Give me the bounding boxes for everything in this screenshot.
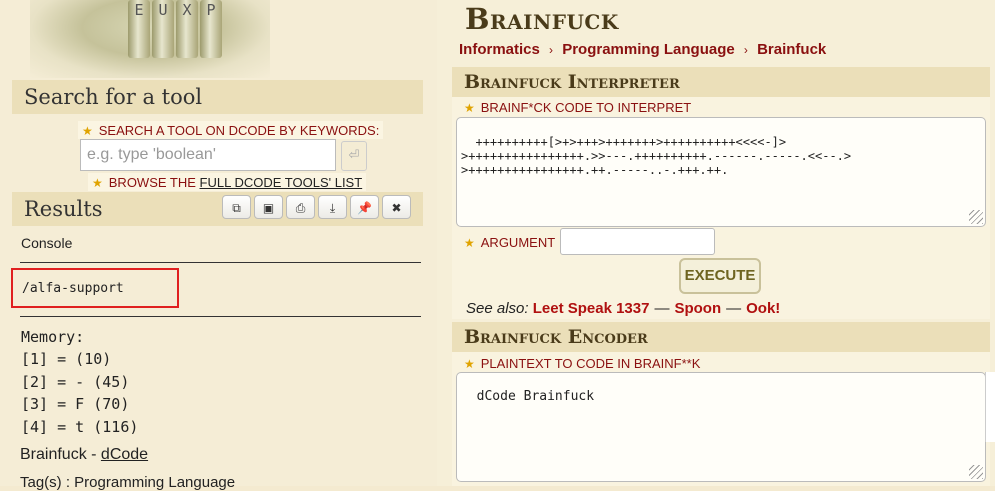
star-icon: ★ (464, 236, 475, 250)
cryptex-ring: U (152, 0, 174, 58)
resize-handle-icon[interactable] (969, 465, 983, 479)
see-also-line: See also: Leet Speak 1337— Spoon — Ook! (466, 300, 780, 317)
plaintext-label-text: Plaintext to code in Brainf**k (480, 356, 701, 371)
memory-cell: [4] = t (116) (21, 418, 139, 436)
copy-button[interactable]: ⧉ (222, 195, 251, 219)
tool-name: Brainfuck - (20, 446, 101, 463)
star-icon: ★ (464, 357, 475, 371)
search-submit-button[interactable]: ⏎ (341, 141, 367, 171)
results-toolbar: ⧉ ▣ ⎙ ⤓ 📌 ✖ (222, 195, 411, 221)
link-leet-speak[interactable]: Leet Speak 1337 (533, 300, 650, 317)
breadcrumb-item-informatics[interactable]: Informatics (459, 41, 540, 58)
browse-prefix: Browse the (108, 175, 200, 190)
memory-cell: [1] = (10) (21, 350, 112, 368)
download-button[interactable]: ⤓ (318, 195, 347, 219)
search-input[interactable] (80, 139, 336, 171)
search-panel-title: Search for a tool (12, 80, 423, 114)
print-button[interactable]: ⎙ (286, 195, 315, 219)
search-label-text: Search a tool on dCode by keywords: (98, 123, 380, 138)
argument-label-text: Argument (480, 235, 556, 250)
console-label: Console (21, 235, 73, 251)
code-label: ★ Brainf*ck code to interpret (464, 99, 691, 116)
browse-tools-line: ★ Browse the full dCode tools' list (88, 173, 367, 191)
dcode-logo-cryptex: E U X P (30, 0, 270, 78)
chevron-right-icon: › (743, 43, 748, 57)
full-tools-list-link[interactable]: full dCode tools' list (200, 175, 363, 190)
code-text: ++++++++++[>+>+++>+++++++>++++++++++<<<<… (461, 135, 852, 177)
console-output: /alfa-support (22, 281, 124, 296)
plaintext-textarea[interactable]: dCode Brainfuck (456, 372, 986, 482)
star-icon: ★ (464, 101, 475, 115)
close-results-button[interactable]: ✖ (382, 195, 411, 219)
page-title: Brainfuck (465, 2, 619, 36)
memory-cell: [2] = - (45) (21, 373, 130, 391)
print-icon: ⎙ (295, 201, 306, 215)
link-spoon[interactable]: Spoon (674, 300, 721, 317)
cryptex-ring: P (200, 0, 222, 58)
divider (20, 262, 421, 263)
execute-button[interactable]: EXECUTE (679, 258, 761, 294)
download-icon: ⤓ (329, 201, 336, 215)
encoder-section-title: Brainfuck Encoder (452, 322, 990, 352)
breadcrumb-item-brainfuck[interactable]: Brainfuck (757, 41, 826, 58)
screenshot-button[interactable]: ▣ (254, 195, 283, 219)
memory-cell: [3] = F (70) (21, 395, 130, 413)
argument-label: ★ Argument (464, 234, 555, 251)
memory-heading: Memory: (21, 328, 85, 346)
scrollbar[interactable] (985, 372, 995, 442)
chevron-right-icon: › (549, 43, 554, 57)
star-icon: ★ (82, 124, 93, 138)
argument-input[interactable] (560, 228, 715, 255)
plaintext-label: ★ Plaintext to code in Brainf**k (464, 355, 700, 372)
pin-icon: 📌 (357, 201, 372, 215)
pin-button[interactable]: 📌 (350, 195, 379, 219)
interpreter-section-title: Brainfuck Interpreter (452, 67, 990, 97)
copy-icon: ⧉ (232, 201, 241, 215)
divider (20, 316, 421, 317)
cryptex-ring: E (128, 0, 150, 58)
plaintext-value: dCode Brainfuck (476, 389, 595, 404)
tags-line: Tag(s) : Programming Language (20, 474, 236, 491)
cryptex-ring: X (176, 0, 198, 58)
resize-handle-icon[interactable] (969, 210, 983, 224)
see-also-label: See also: (466, 300, 529, 317)
separator: — (726, 300, 742, 317)
breadcrumb-item-programming-language[interactable]: Programming Language (562, 41, 735, 58)
dcode-link[interactable]: dCode (101, 446, 148, 463)
close-icon: ✖ (391, 201, 402, 215)
link-ook[interactable]: Ook! (746, 300, 780, 317)
result-footer: Brainfuck - dCode (20, 446, 148, 464)
brainfuck-code-textarea[interactable]: ++++++++++[>+>+++>+++++++>++++++++++<<<<… (456, 117, 986, 227)
breadcrumb: Informatics › Programming Language › Bra… (459, 41, 826, 58)
search-label: ★ Search a tool on dCode by keywords: (78, 121, 384, 139)
star-icon: ★ (92, 176, 103, 190)
camera-icon: ▣ (262, 201, 275, 215)
code-label-text: Brainf*ck code to interpret (480, 100, 692, 115)
enter-icon: ⏎ (348, 148, 360, 163)
separator: — (654, 300, 670, 317)
